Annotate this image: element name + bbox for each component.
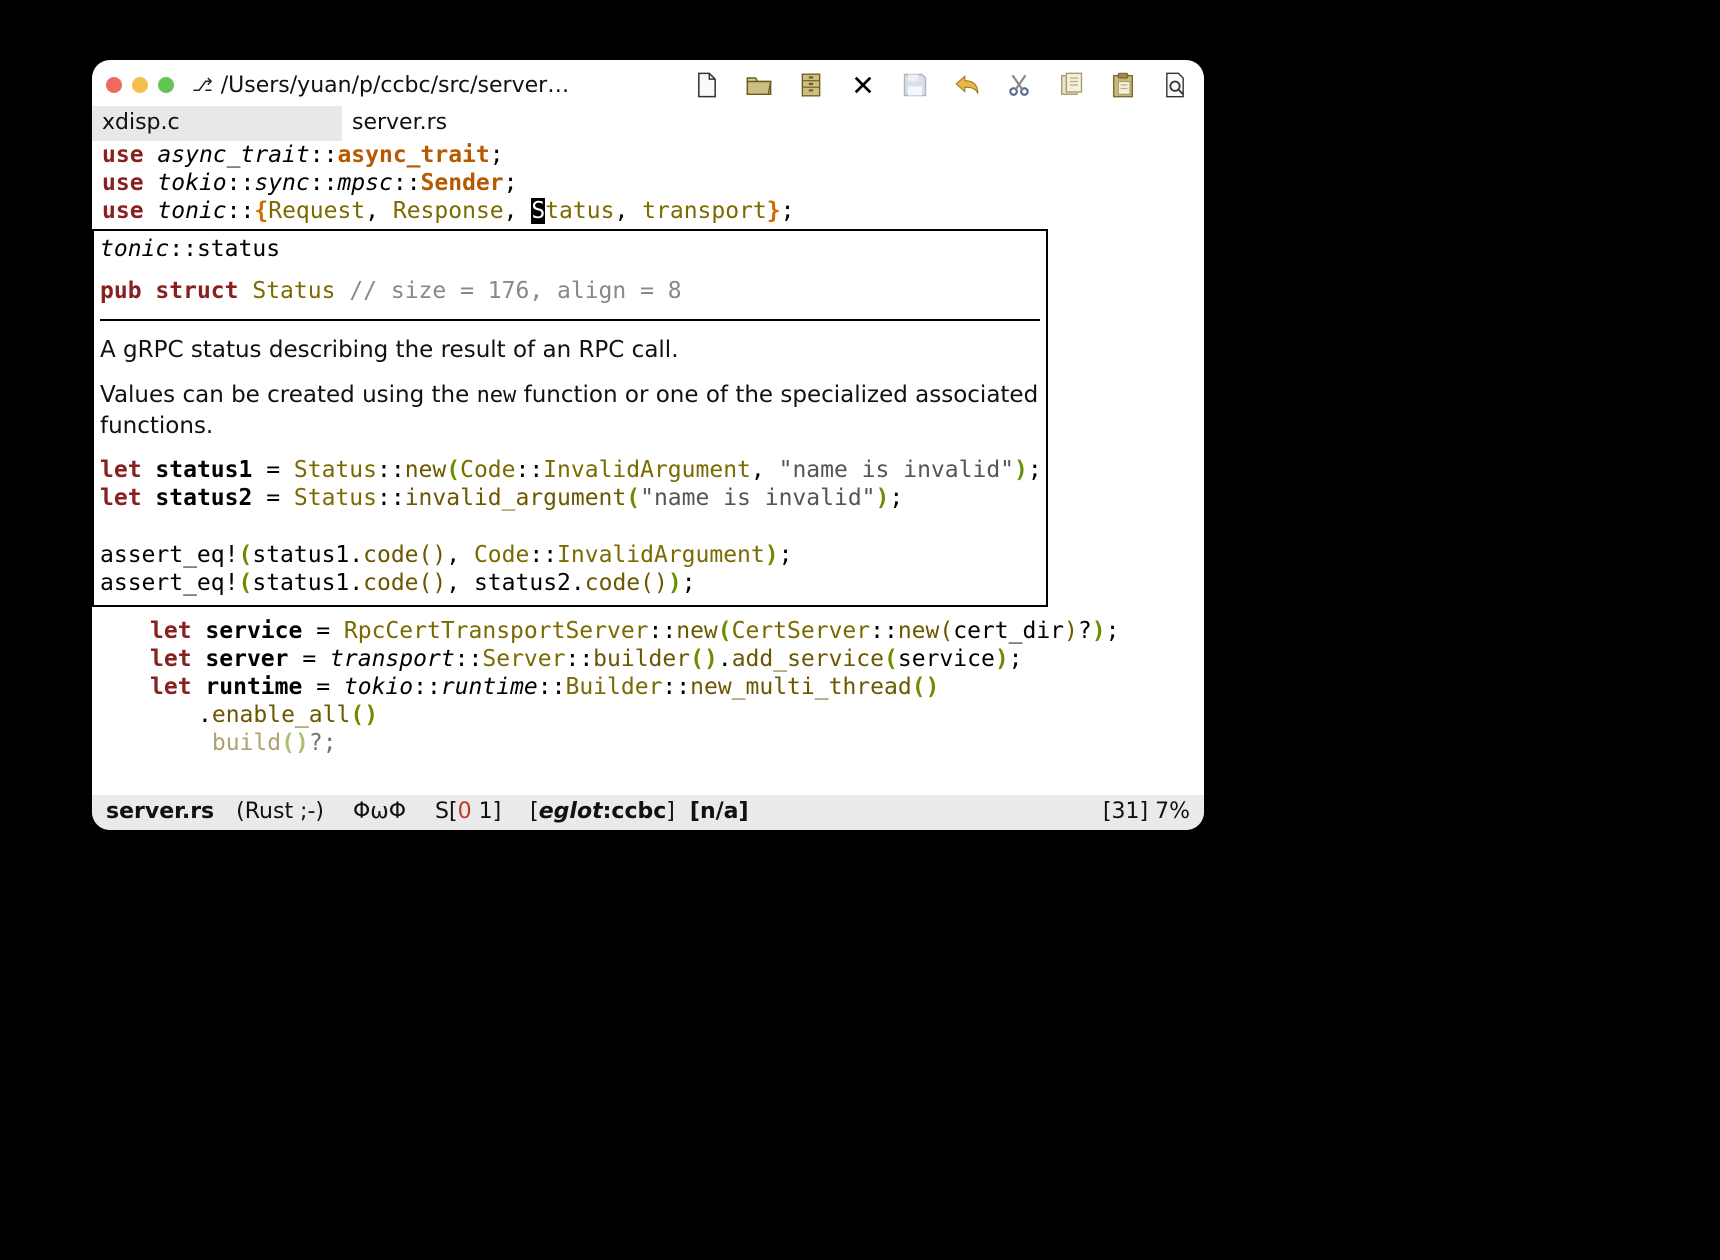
traffic-lights: [106, 77, 174, 93]
window-title-path: /Users/yuan/p/ccbc/src/server…: [221, 73, 569, 98]
paste-clipboard-icon[interactable]: [1108, 70, 1138, 100]
copy-icon[interactable]: [1056, 70, 1086, 100]
minimize-window-button[interactable]: [132, 77, 148, 93]
modeline-major-mode: (Rust ;-): [236, 799, 324, 824]
code-line[interactable]: use tonic::{Request, Response, Status, t…: [92, 197, 1204, 225]
modeline-na: [n/a]: [690, 799, 749, 824]
tab-bar: xdisp.c server.rs: [92, 106, 1204, 141]
eglot-indicator[interactable]: [eglot:ccbc]: [530, 799, 675, 824]
file-cabinet-icon[interactable]: [796, 70, 826, 100]
search-page-icon[interactable]: [1160, 70, 1190, 100]
mode-line[interactable]: server.rs (Rust ;-) ΦωΦ S[0 1] [eglot:cc…: [92, 795, 1204, 830]
flycheck-indicator: ΦωΦ: [353, 799, 406, 824]
hover-doc-paragraph: Values can be created using the new func…: [100, 380, 1040, 442]
code-line[interactable]: let server = transport::Server::builder(…: [92, 645, 1204, 673]
diagnostics-badge[interactable]: S[0 1]: [435, 799, 501, 824]
tab-xdisp-c[interactable]: xdisp.c: [92, 106, 342, 141]
titlebar: ⎇ /Users/yuan/p/ccbc/src/server…: [92, 60, 1204, 106]
undo-icon[interactable]: [952, 70, 982, 100]
text-cursor: S: [531, 198, 545, 224]
hover-doc-paragraph: A gRPC status describing the result of a…: [100, 335, 1040, 366]
code-line[interactable]: let runtime = tokio::runtime::Builder::n…: [92, 673, 1204, 701]
code-below[interactable]: let service = RpcCertTransportServer::ne…: [92, 611, 1204, 757]
code-line[interactable]: let service = RpcCertTransportServer::ne…: [92, 617, 1204, 645]
code-line[interactable]: build()?;: [92, 729, 1204, 757]
toolbar: [692, 70, 1190, 100]
close-window-button[interactable]: [106, 77, 122, 93]
hover-doc-body: A gRPC status describing the result of a…: [100, 335, 1040, 442]
separator: [100, 319, 1040, 321]
cut-scissors-icon[interactable]: [1004, 70, 1034, 100]
maximize-window-button[interactable]: [158, 77, 174, 93]
code-line[interactable]: use tokio::sync::mpsc::Sender;: [92, 169, 1204, 197]
modeline-filename: server.rs: [106, 799, 214, 824]
modeline-position: [31] 7%: [1103, 799, 1190, 824]
code-line[interactable]: .enable_all(): [92, 701, 1204, 729]
close-x-icon[interactable]: [848, 70, 878, 100]
open-folder-icon[interactable]: [744, 70, 774, 100]
hover-doc-signature: pub struct Status // size = 176, align =…: [100, 277, 1040, 305]
hover-doc-module: tonic::status: [100, 235, 1040, 263]
new-file-icon[interactable]: [692, 70, 722, 100]
save-floppy-icon[interactable]: [900, 70, 930, 100]
editor-window: ⎇ /Users/yuan/p/ccbc/src/server…: [92, 60, 1204, 830]
code-line[interactable]: use async_trait::async_trait;: [92, 141, 1204, 169]
vcs-branch-icon: ⎇: [192, 75, 213, 96]
hover-doc-example: let status1 = Status::new(Code::InvalidA…: [100, 456, 1040, 596]
tab-server-rs[interactable]: server.rs: [342, 106, 592, 141]
editor-area[interactable]: use async_trait::async_trait; use tokio:…: [92, 141, 1204, 757]
hover-doc-popup: tonic::status pub struct Status // size …: [92, 229, 1048, 606]
